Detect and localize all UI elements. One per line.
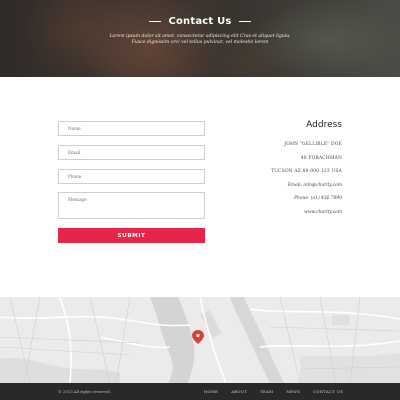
hero-banner: Contact Us Lorem ipsum dolor sit amet, c…	[0, 0, 400, 77]
footer-nav-contact-us[interactable]: CONTACT US	[313, 389, 343, 394]
address-city: TUCSON AZ 88-000-123 USA	[271, 169, 342, 175]
message-textarea[interactable]	[58, 192, 205, 219]
hero-content: Contact Us Lorem ipsum dolor sit amet, c…	[0, 16, 400, 47]
name-input[interactable]	[58, 121, 205, 136]
submit-button[interactable]: SUBMIT	[58, 228, 205, 243]
address-phone: Phone: (o1) 456 7890	[294, 196, 342, 202]
hero-subtitle-line-1: Lorem ipsum dolor sit amet, consectetur …	[109, 34, 291, 39]
address-heading: Address	[306, 120, 342, 130]
address-email[interactable]: Email: info@charity.com	[212, 183, 342, 189]
footer-nav-team[interactable]: TEAM	[260, 389, 273, 394]
address-block: Address JOHN "GELLIBLE" DOE 40 FORACHMAN…	[212, 120, 342, 224]
map-canvas	[0, 297, 400, 383]
hero-subtitle: Lorem ipsum dolor sit amet, consectetur …	[0, 34, 400, 47]
title-rule-right	[238, 21, 251, 22]
address-name: JOHN "GELLIBLE" DOE	[284, 142, 342, 147]
footer-nav-about[interactable]: ABOUT	[231, 389, 247, 394]
email-input[interactable]	[58, 145, 205, 160]
footer: © 2013 All rights reserved. HOME ABOUT T…	[0, 383, 400, 400]
hero-subtitle-line-2: Fusce dignissim orci vel tellus pulvinar…	[131, 40, 269, 46]
footer-nav: HOME ABOUT TEAM NEWS CONTACT US	[204, 389, 343, 394]
address-street: 40 FORACHMAN	[300, 155, 342, 161]
address-website[interactable]: www.charity.com	[212, 210, 342, 216]
title-rule-left	[149, 21, 162, 22]
contact-form: SUBMIT	[58, 121, 205, 243]
phone-input[interactable]	[58, 169, 205, 184]
location-map[interactable]	[0, 297, 400, 383]
page-title: Contact Us	[168, 16, 232, 27]
footer-nav-news[interactable]: NEWS	[286, 389, 300, 394]
hero-title-row: Contact Us	[0, 16, 400, 27]
copyright-text: © 2013 All rights reserved.	[58, 389, 111, 394]
footer-nav-home[interactable]: HOME	[204, 389, 218, 394]
